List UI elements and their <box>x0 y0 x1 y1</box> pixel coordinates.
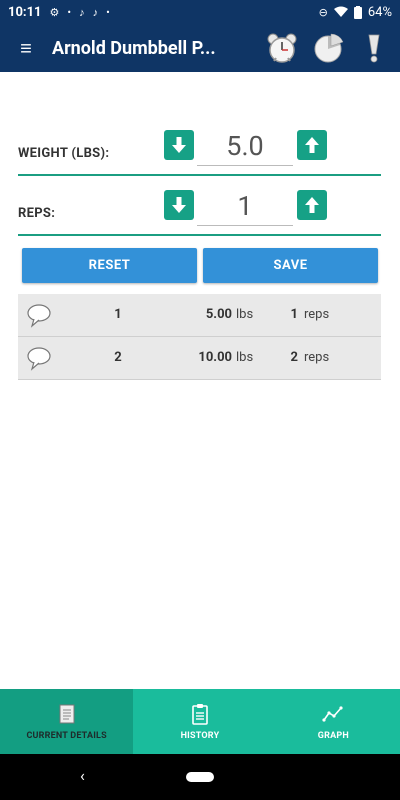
weight-value-field[interactable]: 5.0 <box>197 126 293 166</box>
clipboard-icon <box>192 703 208 725</box>
app-bar-actions <box>264 30 400 66</box>
reps-decrease-button[interactable] <box>164 190 194 220</box>
arrow-up-icon <box>305 137 319 153</box>
set-reps: 2 <box>290 350 298 365</box>
set-reps-unit: reps <box>304 307 330 322</box>
tiktok-icon: ♪ <box>92 5 99 19</box>
battery-percent: 64% <box>367 4 392 20</box>
list-item[interactable]: 1 5.00 lbs 1 reps <box>18 294 381 337</box>
speech-bubble-icon[interactable] <box>26 303 52 329</box>
reps-increase-button[interactable] <box>297 190 327 220</box>
tab-graph[interactable]: GRAPH <box>267 689 400 754</box>
app-screen: 10:11 ⚙ • ♪ ♪ • ⊖ 64% ≡ Arnold Dumbbell … <box>0 0 400 800</box>
set-weight-unit: lbs <box>236 307 254 322</box>
status-bar: 10:11 ⚙ • ♪ ♪ • ⊖ 64% <box>0 0 400 24</box>
exclamation-icon <box>368 34 380 63</box>
settings-gear-icon: ⚙ <box>49 5 60 19</box>
tab-history[interactable]: HISTORY <box>133 689 266 754</box>
alert-button[interactable] <box>356 30 392 66</box>
bottom-navigation: CURRENT DETAILS HISTORY GRAPH <box>0 689 400 754</box>
set-number: 1 <box>114 307 122 322</box>
hamburger-icon: ≡ <box>20 35 32 60</box>
dot-icon: • <box>106 5 110 19</box>
tab-current-details[interactable]: CURRENT DETAILS <box>0 689 134 754</box>
app-bar: ≡ Arnold Dumbbell P... <box>0 24 400 72</box>
weight-row: WEIGHT (LBS): 5.0 <box>18 118 381 176</box>
home-pill[interactable] <box>186 772 214 782</box>
reps-row: REPS: 1 <box>18 178 381 236</box>
alarm-clock-icon <box>267 33 297 63</box>
list-item[interactable]: 2 10.00 lbs 2 reps <box>18 337 381 380</box>
system-navigation-bar: ‹ <box>0 754 400 800</box>
save-button[interactable]: SAVE <box>203 248 378 283</box>
status-time: 10:11 <box>8 4 42 20</box>
set-reps: 1 <box>290 307 298 322</box>
weight-decrease-button[interactable] <box>164 130 194 160</box>
set-weight: 5.00 <box>205 307 232 322</box>
back-icon[interactable]: ‹ <box>80 766 85 785</box>
reps-label: REPS: <box>18 206 56 221</box>
set-number: 2 <box>114 350 122 365</box>
speech-bubble-icon[interactable] <box>26 346 52 372</box>
statistics-button[interactable] <box>310 30 346 66</box>
status-left: 10:11 ⚙ • ♪ ♪ • <box>8 5 110 20</box>
weight-label: WEIGHT (LBS): <box>18 146 110 161</box>
status-right: ⊖ 64% <box>319 5 392 20</box>
set-reps-unit: reps <box>304 350 330 365</box>
reps-value-field[interactable]: 1 <box>197 186 293 226</box>
app-notification-icon: • <box>67 5 72 19</box>
wifi-icon <box>333 6 348 17</box>
tab-label: GRAPH <box>317 730 349 741</box>
tiktok-icon: ♪ <box>79 5 85 19</box>
arrow-down-icon <box>172 197 186 213</box>
notepad-icon <box>59 704 75 723</box>
page-title: Arnold Dumbbell P... <box>52 37 216 59</box>
arrow-up-icon <box>305 197 319 213</box>
line-graph-icon <box>322 705 343 722</box>
tab-label: CURRENT DETAILS <box>26 730 107 741</box>
tab-label: HISTORY <box>180 730 220 741</box>
pie-chart-icon <box>314 33 344 63</box>
battery-icon <box>353 5 362 19</box>
set-weight: 10.00 <box>198 350 232 365</box>
alarm-clock-button[interactable] <box>264 30 300 66</box>
hamburger-menu-button[interactable]: ≡ <box>0 24 52 72</box>
set-weight-unit: lbs <box>236 350 254 365</box>
arrow-down-icon <box>172 137 186 153</box>
reset-button[interactable]: RESET <box>22 248 197 283</box>
weight-increase-button[interactable] <box>297 130 327 160</box>
do-not-disturb-icon: ⊖ <box>318 5 328 19</box>
set-history-list: 1 5.00 lbs 1 reps 2 10.00 lbs 2 reps <box>18 294 381 380</box>
